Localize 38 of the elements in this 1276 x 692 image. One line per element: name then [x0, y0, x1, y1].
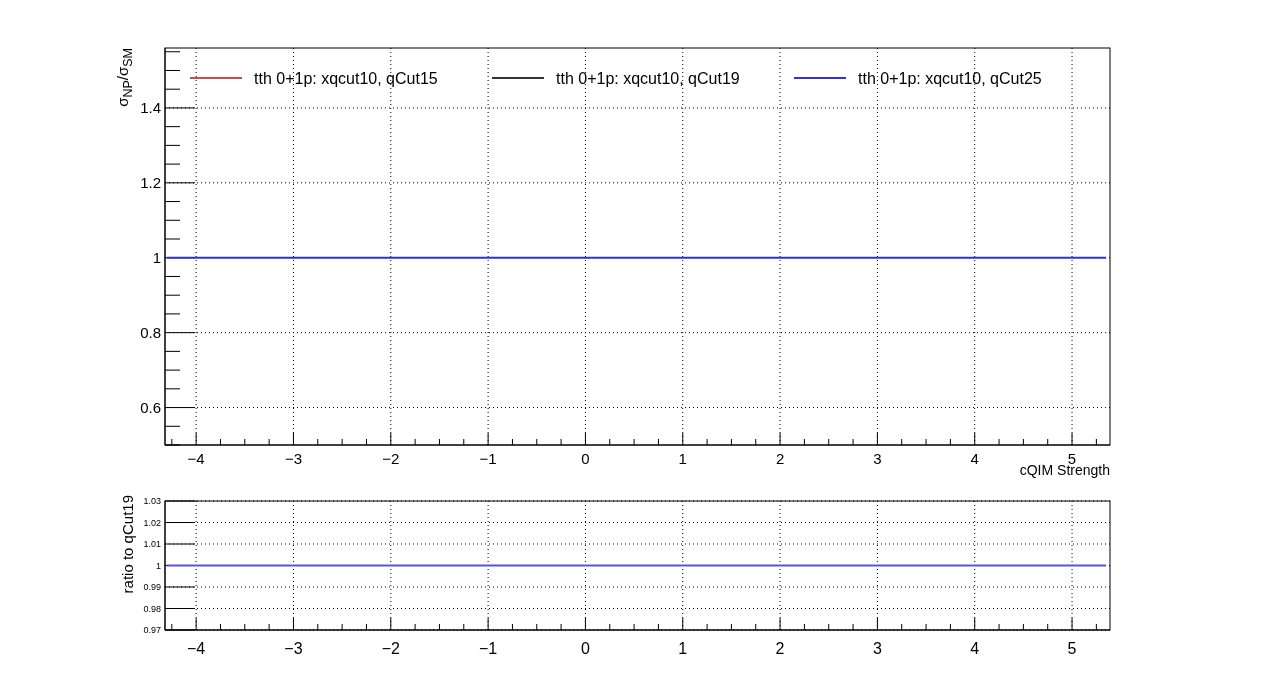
tick-label: 1 [156, 560, 161, 571]
tick-label: 0 [581, 640, 590, 657]
tick-label: 1 [678, 450, 687, 467]
tick-label: 1.2 [140, 174, 161, 192]
tick-label: 3 [872, 640, 882, 657]
legend-label: tth 0+1p: xqcut10, qCut19 [556, 70, 740, 87]
tick-label: −2 [381, 640, 400, 657]
tick-label: −4 [187, 640, 206, 657]
legend-label: tth 0+1p: xqcut10, qCut25 [858, 70, 1042, 87]
tick-label: 5 [1067, 640, 1077, 657]
tick-label: 0.99 [143, 582, 161, 593]
tick-label: 1.4 [140, 99, 161, 117]
legend-label: tth 0+1p: xqcut10, qCut15 [254, 70, 438, 87]
tick-label: 0.8 [140, 323, 161, 341]
tick-label: 2 [775, 450, 785, 467]
tick-label: 0 [581, 450, 590, 467]
tick-label: −3 [284, 450, 302, 467]
tick-label: 0.6 [140, 398, 161, 416]
tick-label: 4 [970, 640, 980, 657]
tick-label: 1 [152, 249, 161, 266]
tick-label: 3 [873, 450, 882, 467]
legend-line [491, 77, 545, 79]
tick-label: −1 [479, 450, 497, 467]
tick-label: 1 [678, 640, 688, 657]
legend-line [793, 77, 847, 79]
tick-label: 0.98 [143, 603, 161, 614]
tick-label: −2 [382, 450, 400, 467]
tick-label: 4 [970, 450, 979, 467]
tick-label: −1 [479, 640, 498, 657]
tick-label: 2 [775, 640, 785, 657]
legend-line [189, 77, 243, 79]
tick-label: −4 [187, 450, 205, 467]
tick-label: 0.97 [143, 625, 161, 636]
y-axis-title: ratio to qCut19 [119, 495, 135, 594]
tick-label: 1.02 [143, 517, 161, 528]
tick-label: 1.03 [143, 496, 161, 507]
tick-label: 1.01 [143, 539, 161, 550]
tick-label: −3 [284, 640, 303, 657]
